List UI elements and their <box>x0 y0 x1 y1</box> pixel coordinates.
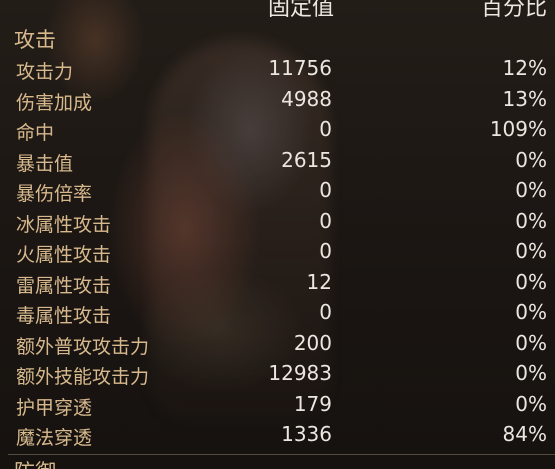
attack-stat-list: 攻击力 11756 12% 伤害加成 4988 13% 命中 0 109% 暴击… <box>0 55 555 452</box>
stat-name: 魔法穿透 <box>16 427 93 449</box>
section-title-defense: 防御 <box>14 456 56 469</box>
stat-name: 命中 <box>16 122 55 144</box>
stat-row: 暴击值 2615 0% <box>0 147 555 178</box>
stat-fixed-value: 0 <box>319 117 332 141</box>
stat-percent-value: 12% <box>502 56 547 80</box>
stat-name: 雷属性攻击 <box>16 274 112 297</box>
stat-fixed-value: 0 <box>319 208 332 233</box>
stat-fixed-value: 0 <box>319 300 332 324</box>
stat-name: 暴伤倍率 <box>16 183 93 205</box>
stat-row: 火属性攻击 0 0% <box>0 238 555 269</box>
stat-row: 魔法穿透 1336 84% <box>0 421 555 452</box>
stat-percent-value: 13% <box>502 86 547 111</box>
stat-row: 额外普攻攻击力 200 0% <box>0 330 555 361</box>
attribute-panel: 固定值 百分比 攻击 攻击力 11756 12% 伤害加成 4988 13% 命… <box>0 0 555 469</box>
stat-fixed-value: 12983 <box>268 361 332 385</box>
stat-fixed-value: 1336 <box>281 422 332 446</box>
column-header-fixed: 固定值 <box>268 0 335 21</box>
stat-row: 命中 0 109% <box>0 116 555 147</box>
stat-percent-value: 0% <box>515 239 547 263</box>
stat-name: 冰属性攻击 <box>16 213 112 236</box>
stat-name: 额外技能攻击力 <box>16 366 150 388</box>
stat-fixed-value: 11756 <box>268 56 332 80</box>
stat-percent-value: 0% <box>515 361 547 385</box>
stat-row: 冰属性攻击 0 0% <box>0 208 555 239</box>
stat-fixed-value: 2615 <box>281 147 332 172</box>
stat-name: 攻击力 <box>16 61 74 83</box>
stat-row: 暴伤倍率 0 0% <box>0 177 555 208</box>
stat-name: 毒属性攻击 <box>16 305 112 327</box>
section-title-attack: 攻击 <box>14 28 56 52</box>
stat-fixed-value: 179 <box>293 391 332 416</box>
stat-row: 毒属性攻击 0 0% <box>0 299 555 330</box>
stat-name: 暴击值 <box>16 152 74 175</box>
stat-percent-value: 84% <box>502 422 547 446</box>
stat-row: 护甲穿透 179 0% <box>0 391 555 422</box>
section-divider <box>8 454 555 455</box>
stat-fixed-value: 12 <box>306 269 332 294</box>
stat-row: 额外技能攻击力 12983 0% <box>0 360 555 391</box>
stat-fixed-value: 0 <box>319 178 332 202</box>
stat-name: 伤害加成 <box>16 91 93 114</box>
stat-fixed-value: 0 <box>319 239 332 263</box>
stat-name: 火属性攻击 <box>16 244 112 266</box>
stat-name: 额外普攻攻击力 <box>16 335 150 358</box>
stat-percent-value: 0% <box>515 178 547 202</box>
stat-fixed-value: 4988 <box>281 86 332 111</box>
stat-percent-value: 0% <box>515 391 547 416</box>
column-header-percent: 百分比 <box>480 0 547 21</box>
stat-percent-value: 0% <box>515 208 547 233</box>
stat-percent-value: 0% <box>515 330 547 355</box>
stat-row: 雷属性攻击 12 0% <box>0 269 555 300</box>
stat-fixed-value: 200 <box>293 330 332 355</box>
stat-name: 护甲穿透 <box>16 396 93 419</box>
stat-row: 伤害加成 4988 13% <box>0 86 555 117</box>
stat-percent-value: 109% <box>489 117 547 141</box>
stat-percent-value: 0% <box>515 147 547 172</box>
column-header: 固定值 百分比 <box>0 0 555 22</box>
stat-percent-value: 0% <box>515 269 547 294</box>
stat-row: 攻击力 11756 12% <box>0 55 555 86</box>
stat-percent-value: 0% <box>515 300 547 324</box>
